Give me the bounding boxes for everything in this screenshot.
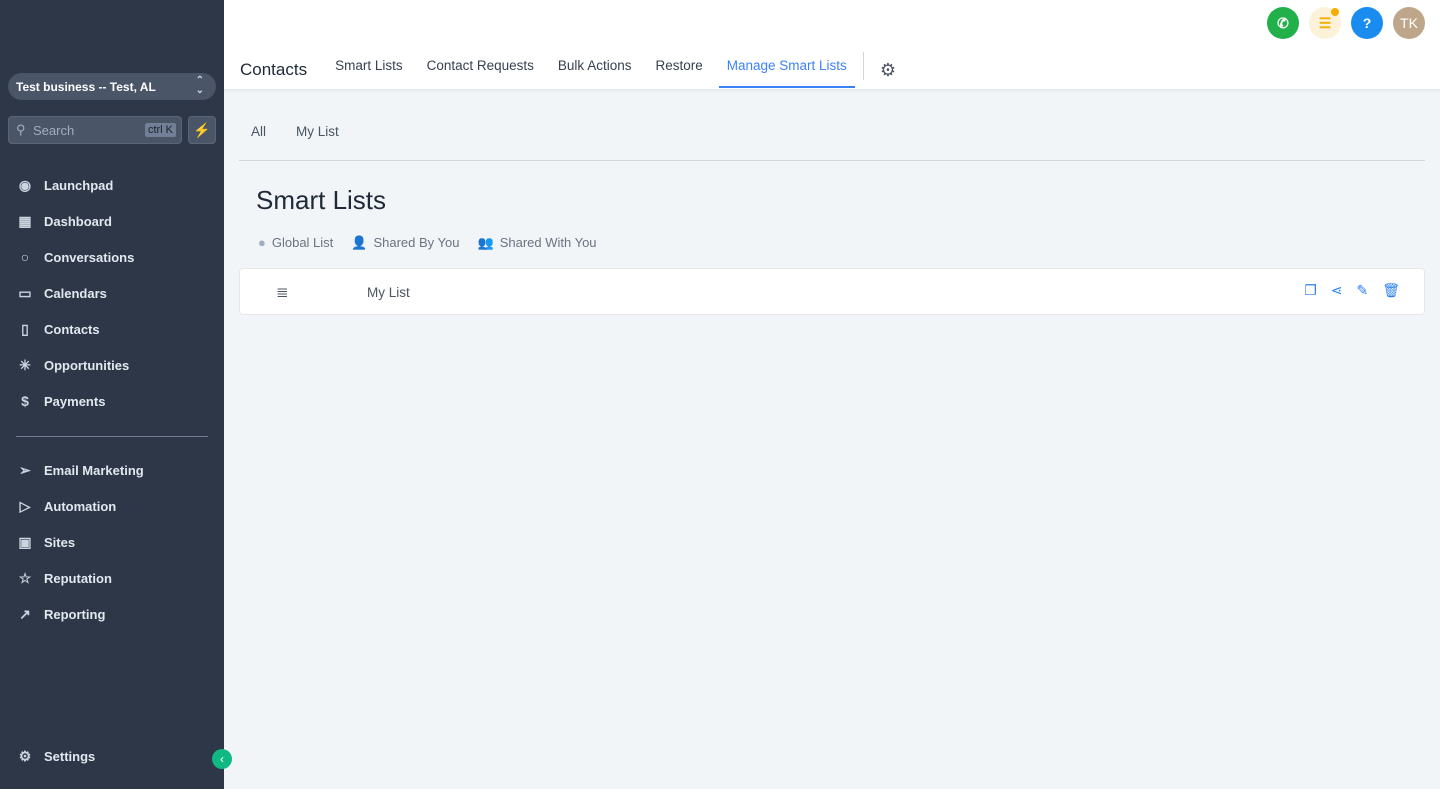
- nav-label: Launchpad: [44, 178, 114, 193]
- avatar[interactable]: TK: [1393, 7, 1425, 39]
- phone-icon: ✆: [1277, 15, 1289, 31]
- sidebar-item-contacts[interactable]: ▯ Contacts: [16, 321, 100, 338]
- shortcut-hint: ctrl K: [144, 123, 176, 137]
- sidebar-item-conversations[interactable]: ○ Conversations: [16, 249, 135, 265]
- divider: [239, 160, 1425, 161]
- star-icon: ☆: [18, 570, 32, 586]
- gear-icon[interactable]: ⚙: [880, 56, 896, 84]
- sidebar-item-launchpad[interactable]: ◉ Launchpad: [16, 177, 113, 194]
- user-plus-icon: 👤: [351, 235, 368, 250]
- nav-label: Calendars: [44, 286, 107, 301]
- filter-shared-by-you[interactable]: 👤 Shared By You: [351, 235, 459, 251]
- rocket-icon: ◉: [18, 177, 32, 193]
- chevron-left-icon: ‹: [220, 752, 224, 766]
- sidebar-item-payments[interactable]: $ Payments: [16, 393, 105, 409]
- phone-button[interactable]: ✆: [1267, 7, 1299, 39]
- share-icon[interactable]: ⋖: [1331, 282, 1343, 299]
- subtab-all[interactable]: All: [251, 124, 266, 139]
- copy-icon[interactable]: ❐: [1304, 282, 1317, 299]
- search-icon: ⚲: [16, 122, 26, 137]
- nav-label: Contacts: [44, 322, 100, 337]
- trend-icon: ↗: [19, 606, 31, 622]
- send-icon: ➢: [19, 462, 31, 478]
- quick-action-button[interactable]: ⚡: [188, 116, 216, 144]
- list-filters: ● Global List 👤 Shared By You 👥 Shared With…: [258, 235, 597, 251]
- lightning-icon: ⚡: [193, 122, 211, 138]
- sidebar-item-calendars[interactable]: ▭ Calendars: [16, 285, 107, 302]
- sidebar-item-opportunities[interactable]: ✳ Opportunities: [16, 357, 129, 374]
- contacts-icon: ▯: [21, 321, 29, 337]
- top-bar: ✆ ☰ ? TK Contacts Smart Lists Contact Re…: [224, 0, 1440, 90]
- sidebar-divider: [16, 436, 208, 437]
- chevron-updown-icon: ⌃ ⌄: [195, 75, 204, 96]
- subtab-my-list[interactable]: My List: [296, 124, 339, 139]
- globe-icon: ●: [258, 235, 266, 250]
- section-title: Contacts: [240, 60, 308, 79]
- location-switcher[interactable]: Test business -- Test, AL ⌃ ⌄: [8, 73, 216, 100]
- play-icon: ▷: [19, 498, 31, 514]
- sidebar-item-settings[interactable]: ⚙ Settings: [16, 748, 96, 765]
- nav-label: Opportunities: [44, 358, 130, 373]
- contacts-tabs: Contacts Smart Lists Contact Requests Bu…: [240, 52, 896, 88]
- page-title: Smart Lists: [256, 185, 387, 215]
- filter-label: Global List: [271, 235, 334, 250]
- gear-icon: ⚙: [18, 748, 32, 764]
- nav-label: Payments: [44, 393, 106, 409]
- nav-label: Reputation: [44, 571, 112, 586]
- sidebar-item-reputation[interactable]: ☆ Reputation: [16, 570, 112, 587]
- tab-manage-smart-lists[interactable]: Manage Smart Lists: [718, 52, 855, 88]
- list-name[interactable]: My List: [367, 285, 410, 300]
- filter-shared-with-you[interactable]: 👥 Shared With You: [478, 235, 597, 251]
- tasks-button[interactable]: ☰: [1309, 7, 1341, 39]
- filter-label: Shared By You: [373, 235, 460, 250]
- chat-icon: ○: [20, 249, 30, 265]
- row-actions: ❐ ⋖ ✎ 🗑: [1304, 282, 1400, 299]
- users-icon: 👥: [477, 235, 494, 250]
- table-row: ≣ My List ❐ ⋖ ✎ 🗑: [239, 268, 1425, 315]
- sidebar: Test business -- Test, AL ⌃ ⌄ ⚲ Search ctrl …: [0, 0, 232, 789]
- nav-label: Dashboard: [44, 214, 112, 229]
- tab-bulk-actions[interactable]: Bulk Actions: [558, 52, 632, 88]
- trash-icon[interactable]: 🗑: [1382, 282, 1400, 299]
- tab-smart-lists[interactable]: Smart Lists: [335, 52, 403, 88]
- pencil-icon[interactable]: ✎: [1356, 282, 1368, 299]
- drag-handle-icon[interactable]: ≣: [276, 283, 289, 301]
- sidebar-item-dashboard[interactable]: ▦ Dashboard: [16, 213, 112, 230]
- nav-label: Settings: [44, 749, 96, 764]
- location-name: Test business -- Test, AL: [16, 80, 156, 94]
- nav-label: Automation: [44, 499, 117, 514]
- list-subtabs: All My List: [251, 124, 339, 139]
- help-icon: ?: [1362, 15, 1372, 31]
- notification-dot: [1331, 8, 1339, 16]
- collapse-sidebar-button[interactable]: ‹: [212, 749, 232, 769]
- sidebar-item-email-marketing[interactable]: ➢ Email Marketing: [16, 462, 144, 479]
- help-button[interactable]: ?: [1351, 7, 1383, 39]
- nav-label: Reporting: [44, 607, 106, 622]
- sidebar-item-automation[interactable]: ▷ Automation: [16, 498, 117, 515]
- filter-label: Shared With You: [499, 235, 597, 250]
- list-icon: ☰: [1318, 15, 1332, 31]
- search-placeholder: Search: [33, 123, 75, 138]
- filter-global-list[interactable]: ● Global List: [258, 235, 333, 251]
- sites-icon: ▣: [18, 534, 32, 550]
- tab-restore[interactable]: Restore: [655, 52, 702, 88]
- grid-icon: ▦: [18, 213, 32, 229]
- opportunities-icon: ✳: [19, 357, 31, 373]
- nav-label: Sites: [44, 535, 76, 550]
- sidebar-item-sites[interactable]: ▣ Sites: [16, 534, 75, 551]
- avatar-initials: TK: [1400, 15, 1418, 31]
- tab-contact-requests[interactable]: Contact Requests: [427, 52, 534, 88]
- nav-label: Conversations: [44, 249, 135, 265]
- payments-icon: $: [21, 393, 29, 409]
- calendar-icon: ▭: [18, 285, 32, 301]
- tab-divider: [862, 52, 864, 80]
- search-input[interactable]: ⚲ Search ctrl K: [8, 116, 182, 144]
- nav-label: Email Marketing: [44, 463, 144, 478]
- sidebar-item-reporting[interactable]: ↗ Reporting: [16, 606, 105, 623]
